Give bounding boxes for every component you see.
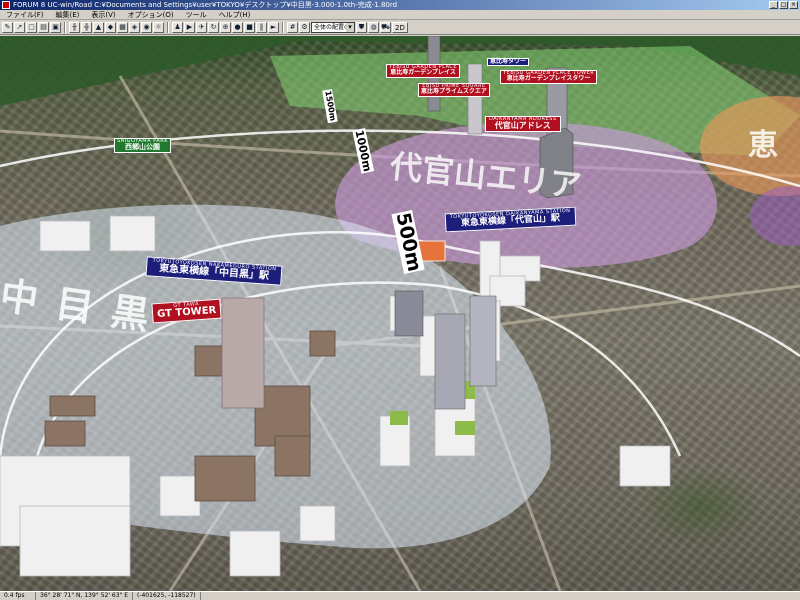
select-icon[interactable]: ➚: [14, 21, 25, 33]
fly-icon[interactable]: ✈: [196, 21, 207, 33]
menu-bar: ファイル(F) 編集(E) 表示(V) オプション(O) ツール ヘルプ(H): [0, 10, 800, 20]
intersection-icon[interactable]: ╬: [81, 21, 92, 33]
open-icon[interactable]: ▤: [38, 21, 49, 33]
3d-viewport[interactable]: 代官山エリア 中目黒 恵 1500m 1000m 500m YEBISU GAR…: [0, 36, 800, 591]
settings-icon[interactable]: ⚙: [299, 21, 310, 33]
rotate-icon[interactable]: ↻: [208, 21, 219, 33]
label-main: 恵比寿プライムスクエア: [421, 88, 487, 96]
new-icon[interactable]: ▢: [26, 21, 37, 33]
window-controls: _ □ ×: [769, 1, 798, 9]
fps-readout: 0.4 fps: [0, 592, 36, 600]
play-icon[interactable]: ►: [268, 21, 279, 33]
menu-tools[interactable]: ツール: [180, 10, 213, 20]
grid-icon[interactable]: #: [287, 21, 298, 33]
menu-file[interactable]: ファイル(F): [0, 10, 50, 20]
sign-icon[interactable]: ◈: [129, 21, 140, 33]
pencil-icon[interactable]: ✎: [2, 21, 13, 33]
menu-help[interactable]: ヘルプ(H): [213, 10, 257, 20]
label-main: 恵比寿ガーデンプレイスタワー: [506, 75, 591, 83]
area-right-edge-label: 恵: [748, 128, 778, 163]
close-button[interactable]: ×: [789, 1, 798, 9]
view-mode-select[interactable]: 全体の配置のみ: [311, 21, 355, 33]
label-main: 恵比寿ガーデンプレイス: [390, 69, 456, 77]
toolbar-separator: [167, 21, 169, 33]
label-main: 恵比寿タワー: [490, 58, 527, 65]
maximize-button[interactable]: □: [779, 1, 788, 9]
road-icon[interactable]: ╫: [69, 21, 80, 33]
window-title: FORUM 8 UC-win/Road C:¥Documents and Set…: [13, 1, 398, 9]
texture-icon[interactable]: ▦: [117, 21, 128, 33]
title-bar: FORUM 8 UC-win/Road C:¥Documents and Set…: [0, 0, 800, 10]
label-main: 代官山アドレス: [494, 121, 551, 131]
toolbar: ✎ ➚ ▢ ▤ ▣ ╫ ╬ ▲ ◆ ▦ ◈ ◉ ☼ ♟ ▶ ✈ ↻ ⊕ ● ■ …: [0, 20, 800, 35]
stop-icon[interactable]: ■: [244, 21, 255, 33]
position-readout: (-401625, -118527): [133, 592, 201, 600]
label-daikanyama-address: DAIKANYAMA ADDRESS 代官山アドレス: [485, 116, 561, 132]
camera-icon[interactable]: ◉: [141, 21, 152, 33]
walk-icon[interactable]: ♟: [172, 21, 183, 33]
terrain-icon[interactable]: ▲: [93, 21, 104, 33]
label-ebisu-prime-square: EBISU PRIME SQUARE 恵比寿プライムスクエア: [418, 83, 490, 97]
geo-coordinates: 36° 28' 71" N, 139° 52' 63" E: [36, 592, 133, 600]
shield-icon[interactable]: ⛊: [356, 21, 367, 33]
view-2d-button[interactable]: 2D: [392, 21, 408, 33]
label-main: 西郷山公園: [124, 143, 160, 152]
record-icon[interactable]: ●: [232, 21, 243, 33]
zoom-icon[interactable]: ⊕: [220, 21, 231, 33]
menu-edit[interactable]: 編集(E): [50, 10, 86, 20]
label-main: GT TOWER: [156, 305, 217, 321]
label-ebisu-garden-place: YEBISU GARDEN PLACE 恵比寿ガーデンプレイス: [386, 64, 461, 78]
status-bar: 0.4 fps 36° 28' 71" N, 139° 52' 63" E (-…: [0, 591, 800, 600]
label-yebisu-garden-tower: YEBISU GARDEN PLACE TOWER 恵比寿ガーデンプレイスタワー: [500, 70, 598, 84]
save-icon[interactable]: ▣: [50, 21, 61, 33]
minimize-button[interactable]: _: [769, 1, 778, 9]
toolbar-separator: [64, 21, 66, 33]
light-icon[interactable]: ☼: [153, 21, 164, 33]
pause-icon[interactable]: ‖: [256, 21, 267, 33]
globe-icon[interactable]: ◍: [368, 21, 379, 33]
model-icon[interactable]: ◆: [105, 21, 116, 33]
label-saigoyama-park: SAIGOYAMA PARK 西郷山公園: [114, 138, 171, 153]
app-icon[interactable]: [2, 1, 10, 9]
label-ebisu-tower-short: 恵比寿タワー: [487, 58, 530, 67]
car-icon[interactable]: ⛟: [380, 21, 391, 33]
menu-view[interactable]: 表示(V): [85, 10, 121, 20]
toolbar-separator: [282, 21, 284, 33]
menu-options[interactable]: オプション(O): [122, 10, 180, 20]
drive-icon[interactable]: ▶: [184, 21, 195, 33]
